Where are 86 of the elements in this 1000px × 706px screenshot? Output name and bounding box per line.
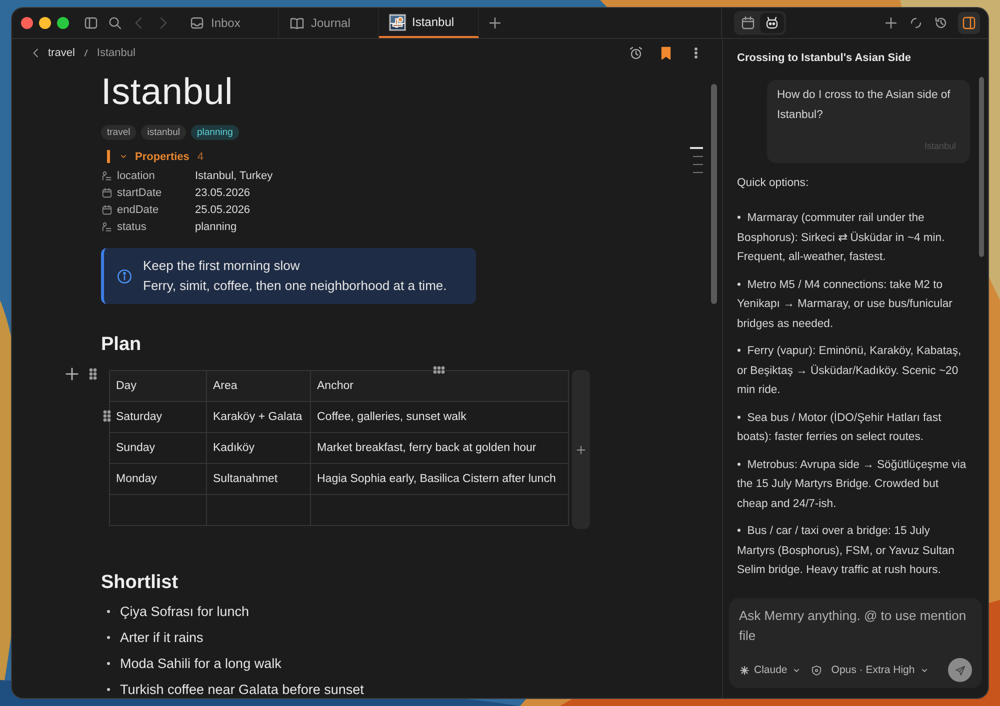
list-item: Turkish coffee near Galata before sunset bbox=[120, 682, 364, 696]
list-item: Moda Sahili for a long walk bbox=[120, 656, 282, 670]
table-cell: Monday bbox=[110, 464, 206, 494]
shield-icon[interactable] bbox=[810, 664, 824, 676]
table-cell: Sultanahmet bbox=[206, 464, 310, 494]
chat-input[interactable]: Ask Memry anything. @ to use mention file Claude Opus · Extra High bbox=[729, 598, 982, 688]
new-chat-icon[interactable] bbox=[883, 15, 899, 31]
tag[interactable]: travel bbox=[101, 125, 136, 140]
property-name: location bbox=[117, 170, 156, 182]
book-icon bbox=[289, 15, 305, 31]
section-heading: Plan bbox=[101, 334, 142, 356]
tab[interactable]: Istanbul bbox=[379, 8, 479, 38]
send-icon bbox=[954, 664, 966, 676]
section-heading: Shortlist bbox=[101, 572, 180, 594]
breadcrumb-link[interactable]: travel bbox=[48, 47, 75, 59]
reply-text: Quick options: bbox=[737, 176, 810, 190]
column-header: Anchor bbox=[310, 370, 568, 402]
calendar-icon bbox=[101, 187, 113, 199]
reply-text: • Sea bus / Motor (İDO/Şehir Hatları fast boats): faster ferries on select routes. bbox=[737, 412, 942, 443]
plus-icon bbox=[575, 444, 587, 456]
search-icon[interactable] bbox=[107, 15, 123, 31]
info-icon bbox=[116, 268, 133, 284]
property-value[interactable]: Istanbul, Turkey bbox=[195, 170, 621, 182]
refresh-icon[interactable] bbox=[908, 15, 924, 31]
chat-title: Crossing to Istanbul's Asian Side bbox=[736, 51, 912, 66]
callout-title: Keep the first morning slow bbox=[143, 257, 301, 275]
bullet bbox=[107, 688, 110, 690]
tab[interactable]: Inbox bbox=[179, 8, 279, 38]
sparkle-icon bbox=[739, 664, 750, 676]
scrollbar[interactable] bbox=[711, 84, 717, 304]
table-cell: Sunday bbox=[110, 432, 206, 464]
alarm-icon[interactable] bbox=[628, 45, 644, 61]
text-property-icon bbox=[101, 221, 113, 233]
property-value[interactable]: planning bbox=[195, 221, 621, 233]
table-cell: Karaköy + Galata bbox=[206, 402, 310, 432]
bullet bbox=[107, 636, 110, 638]
provider-dropdown[interactable]: Claude bbox=[739, 664, 802, 676]
sidebar-toggle-icon[interactable] bbox=[83, 15, 99, 31]
text-property-icon bbox=[101, 170, 113, 182]
table-cell: Kadıköy bbox=[206, 432, 310, 464]
note-title: Istanbul bbox=[101, 71, 234, 113]
list-item: Arter if it rains bbox=[120, 630, 204, 644]
close-button[interactable] bbox=[21, 17, 33, 29]
history-icon[interactable] bbox=[933, 15, 949, 31]
panel-icon bbox=[961, 15, 977, 31]
properties-toggle[interactable]: Properties bbox=[135, 150, 190, 162]
robot-mode-button[interactable] bbox=[760, 13, 784, 33]
zoom-button[interactable] bbox=[57, 17, 69, 29]
property-count: 4 bbox=[197, 150, 204, 162]
breadcrumb-link[interactable]: Istanbul bbox=[96, 47, 136, 59]
property-name: status bbox=[117, 221, 148, 233]
mode-switch[interactable] bbox=[734, 11, 786, 35]
add-block-icon[interactable] bbox=[63, 365, 81, 383]
property-name: endDate bbox=[117, 204, 160, 216]
table-cell: Saturday bbox=[110, 402, 206, 432]
table-cell: Market breakfast, ferry back at golden hour bbox=[310, 432, 568, 464]
list-item: Çiya Sofrası for lunch bbox=[120, 604, 250, 618]
tag[interactable]: istanbul bbox=[141, 125, 186, 140]
reply-text: • Marmaray (commuter rail under the Bosphorus): Sirkeci ⇄ Üsküdar in ~4 min. Frequent, all-weather, fastest. bbox=[737, 212, 946, 263]
calendar-icon bbox=[101, 204, 113, 216]
table-cell: Coffee, galleries, sunset walk bbox=[310, 402, 568, 432]
property-value[interactable]: 25.05.2026 bbox=[195, 204, 621, 216]
inbox-icon bbox=[189, 15, 205, 31]
model-dropdown[interactable]: Opus · Extra High bbox=[831, 664, 930, 676]
bullet bbox=[107, 610, 110, 612]
new-tab-icon[interactable] bbox=[487, 15, 503, 31]
reply-text: • Metro M5 / M4 connections: take M2 to Yenikapı → Marmaray, or use bus/funicular bridges as needed. bbox=[737, 278, 954, 330]
scrollbar[interactable] bbox=[979, 77, 984, 257]
property-name: startDate bbox=[117, 187, 163, 199]
minimize-button[interactable] bbox=[39, 17, 51, 29]
property-value[interactable]: 23.05.2026 bbox=[195, 187, 621, 199]
reply-text: • Metrobus: Avrupa side → Söğütlüçeşme via the 15 July Martyrs Bridge. Crowded but cheap and 24/7-ish. bbox=[737, 458, 968, 510]
column-header: Day bbox=[110, 370, 206, 402]
robot-icon bbox=[764, 15, 780, 31]
send-button[interactable] bbox=[948, 658, 972, 682]
bullet bbox=[107, 662, 110, 664]
reply-text: • Bus / car / taxi over a bridge: 15 July Martyrs (Bosphorus), FSM, or Yavuz Sultan Selim bridge. Heavy traffic at rush hours. bbox=[737, 525, 956, 576]
message-text: How do I cross to the Asian side of Istanbul? bbox=[777, 88, 952, 122]
panel-toggle-button[interactable] bbox=[958, 12, 980, 34]
reply-text: • Ferry (vapur): Eminönü, Karaköy, Kabataş, or Beşiktaş → Üsküdar/Kadıköy. Scenic ~20 min ride. bbox=[737, 345, 962, 396]
accent-bar bbox=[107, 150, 110, 163]
table-cell: Hagia Sophia early, Basilica Cistern after lunch bbox=[310, 464, 568, 494]
callout-text: Ferry, simit, coffee, then one neighborhood at a time. bbox=[143, 277, 447, 295]
tag[interactable]: planning bbox=[190, 125, 239, 140]
calendar-icon bbox=[740, 15, 756, 31]
column-header: Area bbox=[206, 370, 310, 402]
